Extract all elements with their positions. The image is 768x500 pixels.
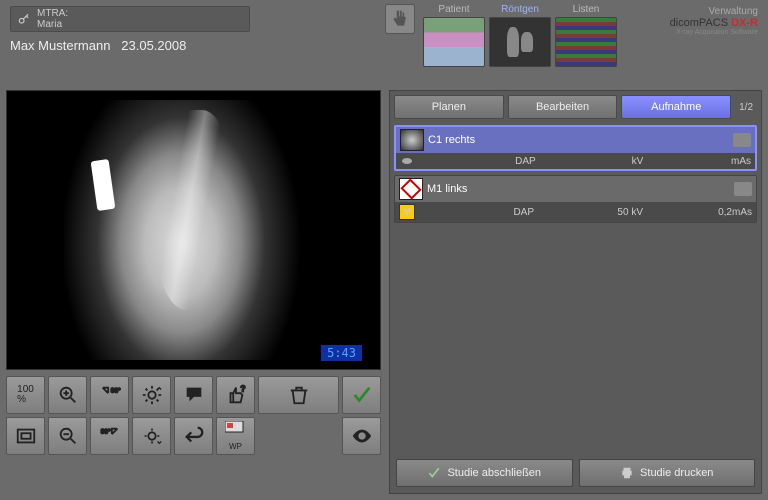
- print-study-button[interactable]: Studie drucken: [579, 459, 756, 487]
- xray-image: [64, 100, 324, 360]
- exposure-item[interactable]: C1 rechts DAP kV mAs: [394, 125, 757, 171]
- speech-icon: [183, 384, 205, 406]
- fullscreen-icon: [15, 425, 37, 447]
- zoom-in-icon: [57, 384, 79, 406]
- wp-button[interactable]: WP: [216, 417, 255, 455]
- rotate-ccw-button[interactable]: 90°: [90, 417, 129, 455]
- delete-button[interactable]: [258, 376, 339, 414]
- mtra-box[interactable]: MTRA: Maria: [10, 6, 250, 32]
- brightness-up-icon: [141, 384, 163, 406]
- hand-icon: [390, 9, 410, 29]
- brightness-up-button[interactable]: [132, 376, 171, 414]
- zoom-in-button[interactable]: [48, 376, 87, 414]
- fullscreen-button[interactable]: [6, 417, 45, 455]
- mtra-label: MTRA:: [37, 8, 68, 19]
- tab-bearbeiten[interactable]: Bearbeiten: [508, 95, 618, 119]
- tab-aufnahme[interactable]: Aufnahme: [621, 95, 731, 119]
- nav-patient-thumb: [423, 17, 485, 67]
- annotate-button[interactable]: [174, 376, 213, 414]
- svg-text:?: ?: [240, 384, 245, 393]
- brightness-down-icon: [141, 425, 163, 447]
- exposure-thumb: [399, 178, 423, 200]
- edit-icon[interactable]: [734, 182, 752, 196]
- context-button[interactable]: [385, 4, 415, 34]
- trash-icon: [288, 384, 310, 406]
- tab-planen[interactable]: Planen: [394, 95, 504, 119]
- rotate-cw-icon: 90°: [99, 384, 121, 406]
- radiation-icon: ☢: [399, 204, 415, 220]
- toolbar-row1: 100 % 90° ?: [6, 376, 381, 414]
- tabs: Planen Bearbeiten Aufnahme 1/2: [390, 91, 761, 123]
- eye-icon: [351, 425, 373, 447]
- print-icon: [620, 466, 634, 480]
- nav-patient[interactable]: Patient: [423, 4, 485, 67]
- exposure-thumb: [400, 129, 424, 151]
- edit-icon[interactable]: [733, 133, 751, 147]
- eye-small-icon: [400, 155, 414, 167]
- exposure-title: M1 links: [427, 183, 467, 195]
- mtra-name: Maria: [37, 19, 68, 30]
- svg-text:90°: 90°: [100, 427, 110, 435]
- thumbs-question-icon: ?: [225, 384, 247, 406]
- rotate-ccw-icon: 90°: [99, 425, 121, 447]
- nav-verwaltung-label[interactable]: Verwaltung: [670, 6, 758, 17]
- brightness-down-button[interactable]: [132, 417, 171, 455]
- topbar: MTRA: Maria Max Mustermann 23.05.2008 Pa…: [0, 0, 768, 90]
- accept-button[interactable]: [342, 376, 381, 414]
- nav-listen-thumb: [555, 17, 617, 67]
- zoom-100-button[interactable]: 100 %: [6, 376, 45, 414]
- preview-button[interactable]: [342, 417, 381, 455]
- timer: 5:43: [321, 345, 362, 361]
- nav-rontgen[interactable]: Röntgen: [489, 4, 551, 67]
- undo-button[interactable]: [174, 417, 213, 455]
- undo-icon: [183, 425, 205, 447]
- brand: Verwaltung dicomPACS DX-R X-ray Acquisit…: [666, 4, 762, 38]
- zoom-out-button[interactable]: [48, 417, 87, 455]
- quality-button[interactable]: ?: [216, 376, 255, 414]
- patient-info: Max Mustermann 23.05.2008: [10, 38, 375, 53]
- nav-listen[interactable]: Listen: [555, 4, 617, 67]
- exposure-item[interactable]: M1 links ☢ DAP 50 kV 0,2mAs: [394, 175, 757, 223]
- key-icon: [17, 12, 31, 26]
- exposure-list: C1 rechts DAP kV mAs M1 links: [390, 123, 761, 453]
- check-small-icon: [427, 466, 441, 480]
- svg-text:90°: 90°: [110, 386, 120, 394]
- screen-icon: [225, 421, 247, 443]
- zoom-out-icon: [57, 425, 79, 447]
- toolbar-row2: 90° WP: [6, 417, 381, 455]
- close-study-button[interactable]: Studie abschließen: [396, 459, 573, 487]
- exposure-title: C1 rechts: [428, 134, 475, 146]
- nav-rontgen-thumb: [489, 17, 551, 67]
- patient-date: 23.05.2008: [121, 38, 186, 53]
- patient-name: Max Mustermann: [10, 38, 110, 53]
- xray-viewer[interactable]: 5:43: [6, 90, 381, 370]
- check-icon: [351, 384, 373, 406]
- rotate-cw-button[interactable]: 90°: [90, 376, 129, 414]
- page-indicator: 1/2: [735, 102, 757, 113]
